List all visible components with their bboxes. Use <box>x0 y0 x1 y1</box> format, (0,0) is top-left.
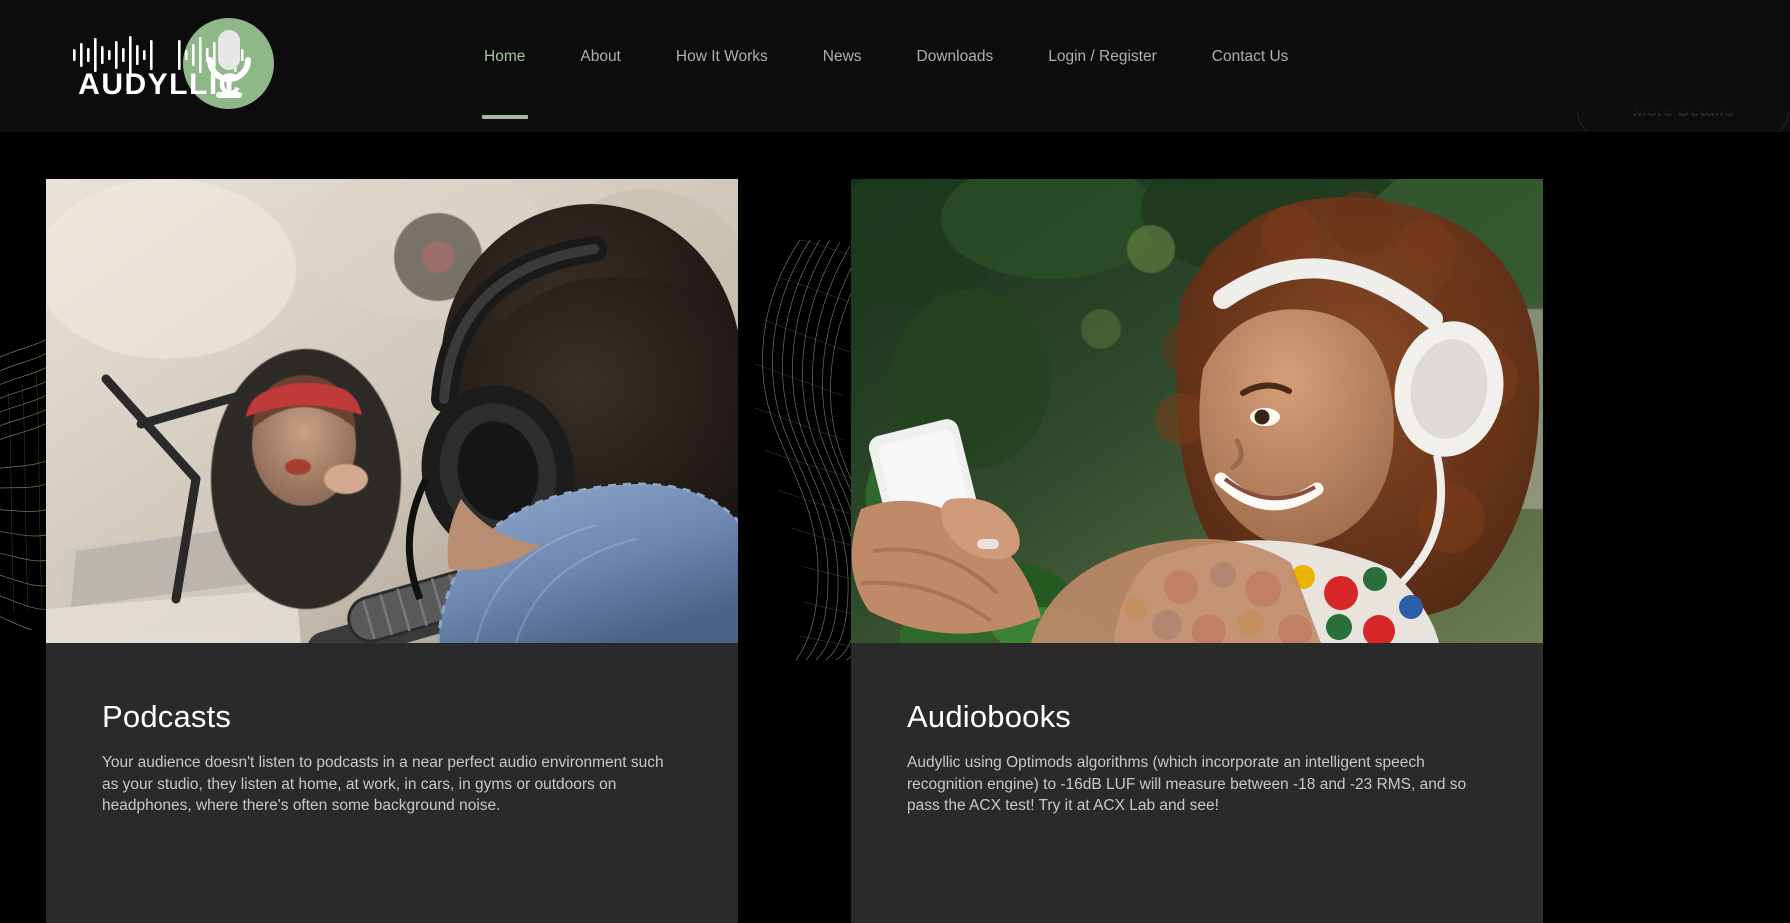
nav-item-about[interactable]: About <box>580 0 621 113</box>
podcast-studio-photo <box>46 179 738 643</box>
brand-logo[interactable]: AUDYLLIC <box>70 5 274 110</box>
site-header: AUDYLLIC Home About How It Works News Do… <box>0 0 1790 119</box>
nav-item-home[interactable]: Home <box>481 0 529 119</box>
card-audiobooks-body: Audiobooks Audyllic using Optimods algor… <box>851 643 1543 817</box>
card-podcasts-text: Your audience doesn't listen to podcasts… <box>102 754 664 814</box>
cards-container: Podcasts Your audience doesn't listen to… <box>0 179 1790 923</box>
nav-item-contact-us[interactable]: Contact Us <box>1212 0 1289 113</box>
card-audiobooks-text: Audyllic using Optimods algorithms (whic… <box>907 754 1467 814</box>
card-podcasts-title: Podcasts <box>102 699 232 734</box>
nav-item-news[interactable]: News <box>823 0 862 113</box>
card-audiobooks[interactable]: Audiobooks Audyllic using Optimods algor… <box>851 179 1543 923</box>
nav-item-how-it-works[interactable]: How It Works <box>676 0 768 113</box>
audiobook-listener-photo <box>851 179 1543 643</box>
page-root: Don't Lose Your Hard-Won Audience! More … <box>0 0 1790 923</box>
nav-item-downloads[interactable]: Downloads <box>917 0 994 113</box>
nav-item-login-register[interactable]: Login / Register <box>1048 0 1157 113</box>
card-podcasts-body: Podcasts Your audience doesn't listen to… <box>46 643 738 817</box>
card-podcasts[interactable]: Podcasts Your audience doesn't listen to… <box>46 179 738 923</box>
brand-name: AUDYLLIC <box>78 68 242 101</box>
main-navigation: Home About How It Works News Downloads L… <box>481 0 1289 119</box>
card-audiobooks-title: Audiobooks <box>907 699 1072 734</box>
